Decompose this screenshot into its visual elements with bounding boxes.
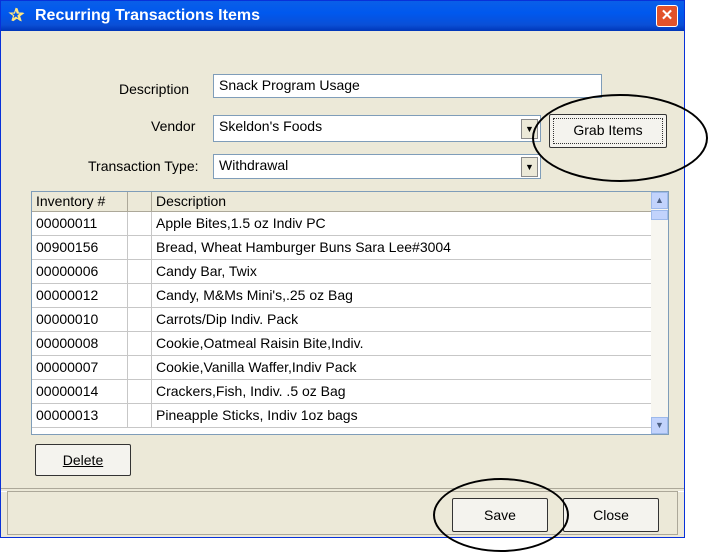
vendor-label: Vendor	[151, 118, 196, 134]
table-row[interactable]: 00000013 Pineapple Sticks, Indiv 1oz bags	[32, 404, 652, 428]
description-cell[interactable]: Candy, M&Ms Mini's,.25 oz Bag	[152, 284, 652, 308]
description-cell[interactable]: Apple Bites,1.5 oz Indiv PC	[152, 212, 652, 236]
inventory-cell[interactable]: 00000013	[32, 404, 128, 428]
description-cell[interactable]: Cookie,Vanilla Waffer,Indiv Pack	[152, 356, 652, 380]
description-label: Description	[119, 81, 190, 97]
transaction-type-dropdown-icon[interactable]: ▼	[521, 157, 538, 177]
table-row[interactable]: 00000014 Crackers,Fish, Indiv. .5 oz Bag	[32, 380, 652, 404]
table-row[interactable]: 00000007 Cookie,Vanilla Waffer,Indiv Pack	[32, 356, 652, 380]
inventory-cell[interactable]: 00000014	[32, 380, 128, 404]
blank-cell[interactable]	[128, 332, 152, 356]
inventory-cell[interactable]: 00900156	[32, 236, 128, 260]
transaction-type-value: Withdrawal	[219, 157, 289, 173]
blank-cell[interactable]	[128, 260, 152, 284]
blank-cell[interactable]	[128, 380, 152, 404]
vertical-scrollbar[interactable]: ▲ ▼	[651, 192, 668, 434]
description-cell[interactable]: Pineapple Sticks, Indiv 1oz bags	[152, 404, 652, 428]
table-row[interactable]: 00000006 Candy Bar, Twix	[32, 260, 652, 284]
blank-cell[interactable]	[128, 308, 152, 332]
table-row[interactable]: 00000008 Cookie,Oatmeal Raisin Bite,Indiv…	[32, 332, 652, 356]
inventory-cell[interactable]: 00000006	[32, 260, 128, 284]
close-icon[interactable]: ✕	[656, 5, 678, 27]
recurring-transactions-dialog: ✰ Recurring Transactions Items ✕ Descrip…	[0, 0, 685, 538]
column-header-inventory[interactable]: Inventory #	[32, 192, 128, 212]
description-cell[interactable]: Carrots/Dip Indiv. Pack	[152, 308, 652, 332]
description-cell[interactable]: Candy Bar, Twix	[152, 260, 652, 284]
scroll-thumb[interactable]	[651, 210, 668, 220]
description-cell[interactable]: Cookie,Oatmeal Raisin Bite,Indiv.	[152, 332, 652, 356]
grid-header: Inventory # Description	[32, 192, 652, 212]
scroll-up-icon[interactable]: ▲	[651, 192, 668, 209]
table-row[interactable]: 00900156 Bread, Wheat Hamburger Buns Sara…	[32, 236, 652, 260]
description-cell[interactable]: Crackers,Fish, Indiv. .5 oz Bag	[152, 380, 652, 404]
inventory-cell[interactable]: 00000012	[32, 284, 128, 308]
inventory-cell[interactable]: 00000011	[32, 212, 128, 236]
delete-button[interactable]: Delete	[35, 444, 131, 476]
column-header-description[interactable]: Description	[152, 192, 652, 212]
vendor-select[interactable]: Skeldon's Foods	[213, 115, 541, 142]
star-icon: ✰	[9, 5, 25, 25]
table-row[interactable]: 00000011 Apple Bites,1.5 oz Indiv PC	[32, 212, 652, 236]
blank-cell[interactable]	[128, 404, 152, 428]
close-button[interactable]: Close	[563, 498, 659, 532]
scroll-down-icon[interactable]: ▼	[651, 417, 668, 434]
blank-cell[interactable]	[128, 236, 152, 260]
annotation-circle-grab-items	[532, 94, 708, 182]
table-row[interactable]: 00000010 Carrots/Dip Indiv. Pack	[32, 308, 652, 332]
annotation-circle-save	[433, 478, 569, 552]
inventory-cell[interactable]: 00000008	[32, 332, 128, 356]
table-row[interactable]: 00000012 Candy, M&Ms Mini's,.25 oz Bag	[32, 284, 652, 308]
transaction-type-select[interactable]: Withdrawal	[213, 154, 541, 179]
inventory-cell[interactable]: 00000010	[32, 308, 128, 332]
inventory-cell[interactable]: 00000007	[32, 356, 128, 380]
vendor-value: Skeldon's Foods	[219, 118, 323, 134]
window-title: Recurring Transactions Items	[35, 7, 260, 24]
delete-label: Delete	[62, 452, 104, 468]
blank-cell[interactable]	[128, 212, 152, 236]
column-header-blank[interactable]	[128, 192, 152, 212]
transaction-type-label: Transaction Type:	[88, 158, 199, 174]
blank-cell[interactable]	[128, 284, 152, 308]
description-input[interactable]: Snack Program Usage	[213, 74, 602, 98]
description-cell[interactable]: Bread, Wheat Hamburger Buns Sara Lee#300…	[152, 236, 652, 260]
blank-cell[interactable]	[128, 356, 152, 380]
items-grid[interactable]: Inventory # Description 00000011 Apple Bi…	[31, 191, 669, 435]
title-bar[interactable]: ✰ Recurring Transactions Items ✕	[1, 1, 684, 31]
